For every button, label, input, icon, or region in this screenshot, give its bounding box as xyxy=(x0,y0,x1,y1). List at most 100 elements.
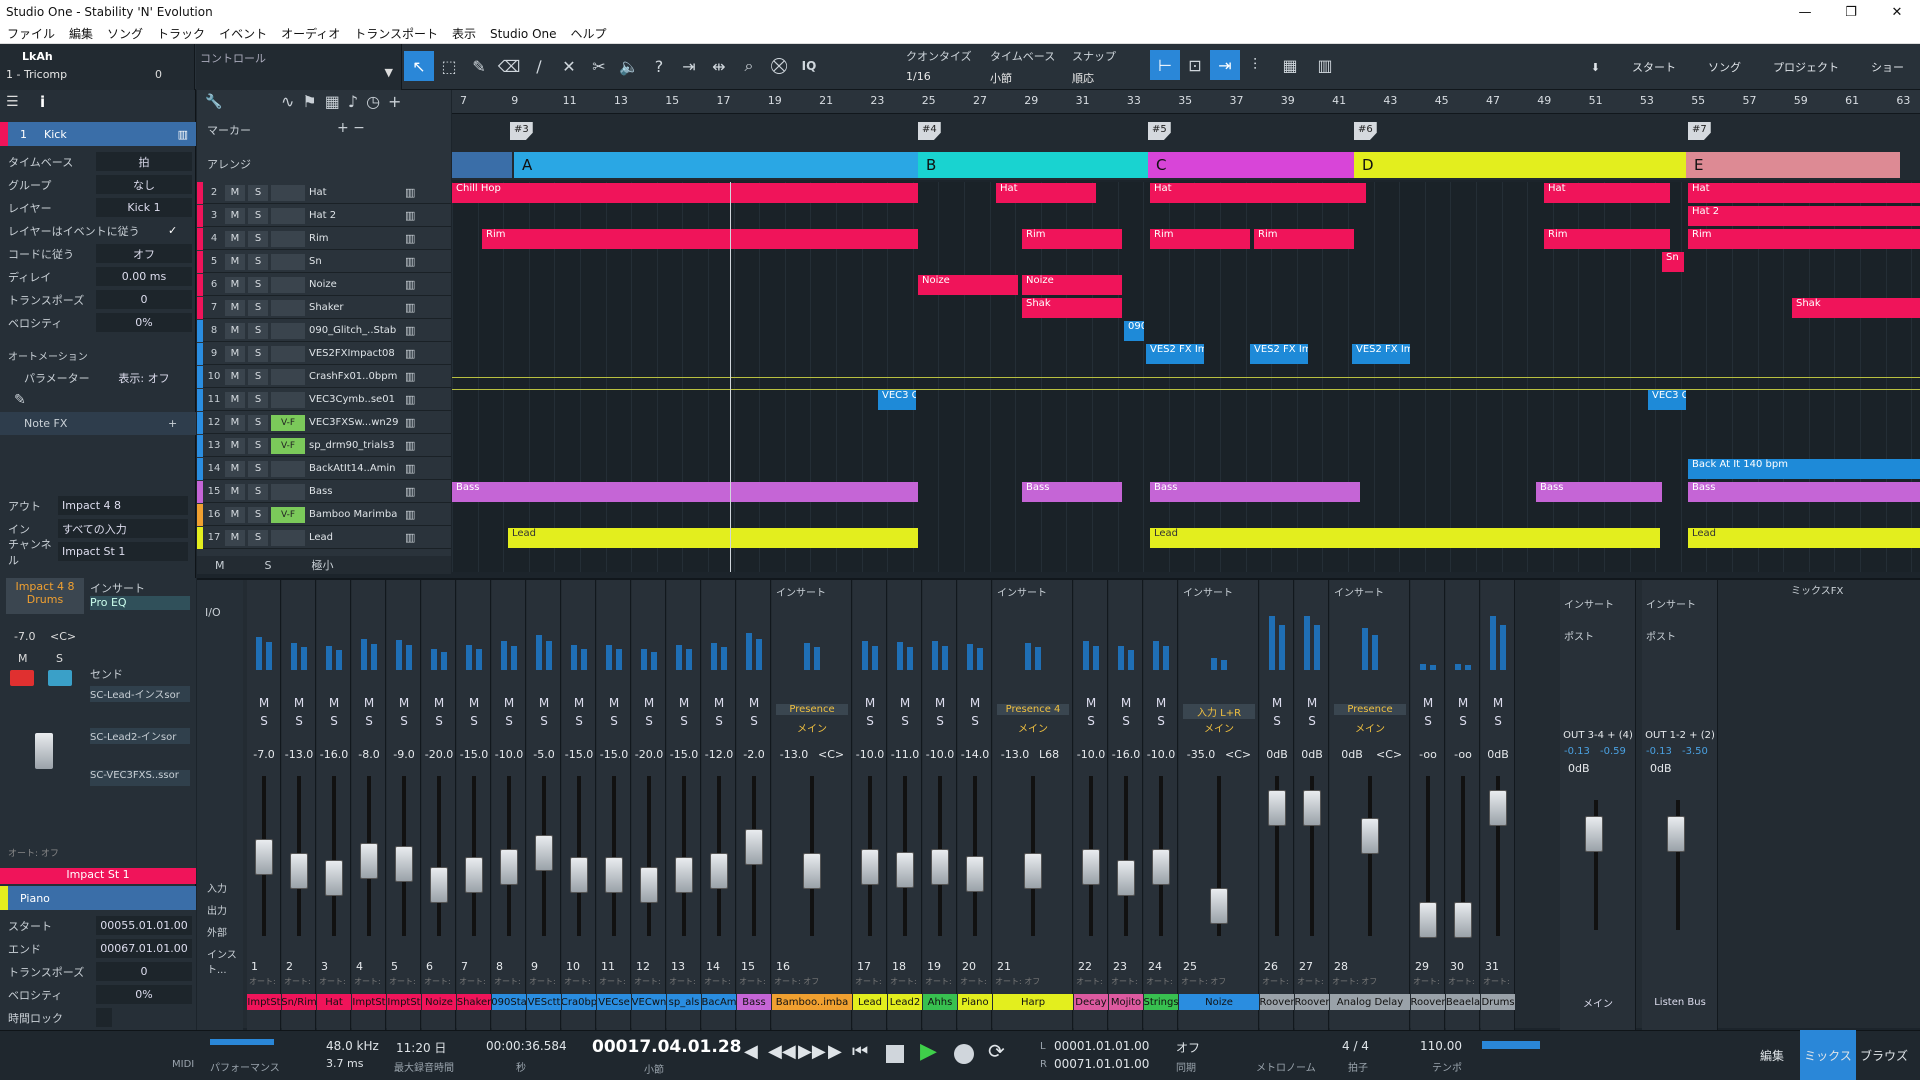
chevron-down-icon[interactable]: ▼ xyxy=(385,66,393,79)
channel-name[interactable]: Piano xyxy=(958,994,992,1010)
channel-mute-button[interactable]: M xyxy=(533,696,555,712)
channel-volume[interactable]: 0dB xyxy=(1483,748,1513,761)
event-clip[interactable]: Shak xyxy=(1792,298,1920,318)
output-fader[interactable] xyxy=(1667,816,1685,852)
menu-file[interactable]: ファイル xyxy=(0,25,62,42)
event-timelock-row[interactable]: 時間ロック xyxy=(0,1006,196,1029)
timebase-select[interactable]: タイムベース 小節 xyxy=(990,48,1055,86)
channel-mute-button[interactable]: M xyxy=(323,696,345,712)
channel-volume[interactable]: -13.0 xyxy=(774,748,814,761)
channel-auto[interactable]: オート: オフ xyxy=(1448,976,1478,987)
snap-cursor-icon[interactable]: ⇥ xyxy=(1210,50,1240,80)
event-velocity-row[interactable]: ベロシティ 0% xyxy=(0,983,196,1006)
channel-volume[interactable]: -12.0 xyxy=(704,748,734,761)
channel-name[interactable]: Roover xyxy=(1411,994,1445,1010)
track-vf-slot[interactable] xyxy=(271,299,305,316)
instrument-icon[interactable]: ▥ xyxy=(405,347,415,360)
menu-event[interactable]: イベント xyxy=(212,25,274,42)
time-signature[interactable]: 4 / 4 xyxy=(1342,1039,1369,1053)
section-lead-in[interactable] xyxy=(452,152,512,178)
channel-name[interactable]: BacAm xyxy=(702,994,736,1010)
track-header[interactable]: 4 M S Rim ▥ xyxy=(197,227,451,250)
channel-name[interactable]: sp_als xyxy=(667,994,701,1010)
presence-plugin[interactable]: Presence xyxy=(1334,704,1406,715)
event-clip[interactable]: VEC3 C xyxy=(878,390,916,410)
arrow-tool-icon[interactable]: ↖ xyxy=(404,51,434,81)
insert-header[interactable]: インサート xyxy=(776,584,826,599)
strip-pan[interactable]: <C> xyxy=(50,630,76,643)
channel-name[interactable]: VECse xyxy=(597,994,631,1010)
send-slot-3[interactable]: SC-VEC3FXS..ssor xyxy=(90,770,190,786)
track-header[interactable]: 7 M S Shaker ▥ xyxy=(197,296,451,319)
channel-fader[interactable] xyxy=(1082,849,1100,885)
channel-mute-button[interactable]: M xyxy=(1417,696,1439,712)
channel-fader[interactable] xyxy=(360,843,378,879)
close-icon[interactable]: ✕ xyxy=(1874,5,1920,20)
channel-volume[interactable]: -15.0 xyxy=(459,748,489,761)
event-clip[interactable]: VES2 FX Im xyxy=(1146,344,1204,364)
channel-auto[interactable]: オート: オフ xyxy=(284,976,314,987)
channel-auto[interactable]: オート: オフ xyxy=(1262,976,1292,987)
channel-auto[interactable]: オート: オフ xyxy=(564,976,594,987)
track-mute-button[interactable]: M xyxy=(225,345,245,362)
track-vf-slot[interactable] xyxy=(271,207,305,224)
channel-name[interactable]: Analog Delay xyxy=(1330,994,1410,1010)
channel-fader[interactable] xyxy=(966,856,984,892)
group-row[interactable]: グループ なし xyxy=(0,173,196,196)
channel-fader[interactable] xyxy=(1268,790,1286,826)
instrument-icon[interactable]: ▥ xyxy=(405,531,415,544)
channel-mute-button[interactable]: M xyxy=(1150,696,1172,712)
split-cursor-icon[interactable]: ⫶ xyxy=(1240,50,1270,80)
channel-mute-button[interactable]: M xyxy=(393,696,415,712)
channel-volume[interactable]: -9.0 xyxy=(389,748,419,761)
channel-name[interactable]: Ahhs xyxy=(923,994,957,1010)
channel-auto[interactable]: オート: オフ xyxy=(1076,976,1106,987)
prev-marker-icon[interactable]: ◀ xyxy=(744,1041,758,1062)
channel-volume[interactable]: -2.0 xyxy=(739,748,769,761)
channel-fader[interactable] xyxy=(1489,790,1507,826)
event-clip[interactable]: VEC3 C xyxy=(1648,390,1686,410)
channel-solo-button[interactable]: S xyxy=(743,714,765,730)
quantize-select[interactable]: クオンタイズ 1/16 xyxy=(906,48,972,83)
menu-help[interactable]: ヘルプ xyxy=(564,25,614,42)
channel-volume[interactable]: -15.0 xyxy=(669,748,699,761)
insert-header[interactable]: インサート xyxy=(1564,596,1614,611)
time-bars[interactable]: 00017.04.01.28 xyxy=(592,1037,742,1057)
maximize-icon[interactable]: ❐ xyxy=(1828,5,1874,20)
track-header[interactable]: 2 M S Hat ▥ xyxy=(197,181,451,204)
snap-select[interactable]: スナップ 順応 xyxy=(1072,48,1116,86)
menu-track[interactable]: トラック xyxy=(150,25,212,42)
event-clip[interactable]: Hat xyxy=(1544,183,1670,203)
channel-fader[interactable] xyxy=(745,829,763,865)
channel-auto[interactable]: オート: オフ xyxy=(1297,976,1327,987)
channel-fader[interactable] xyxy=(896,852,914,888)
time-seconds[interactable]: 00:00:36.584 xyxy=(486,1039,567,1053)
channel-fader[interactable] xyxy=(430,867,448,903)
channel-volume[interactable]: -20.0 xyxy=(634,748,664,761)
channel-volume[interactable]: -13.0 xyxy=(995,748,1035,761)
track-mute-button[interactable]: M xyxy=(225,529,245,546)
channel-solo-button[interactable]: S xyxy=(673,714,695,730)
track-vf-slot[interactable] xyxy=(271,253,305,270)
channel-fader[interactable] xyxy=(1152,849,1170,885)
track-mute-button[interactable]: M xyxy=(225,276,245,293)
timeline-ruler[interactable]: 7 9 11 13 15 17 19 21 23 25 27 29 31 33 35 37 39 41 43 45 47… xyxy=(452,90,1920,114)
send-slot-1[interactable]: SC-Lead-インスsor xyxy=(90,686,190,702)
channel-fader[interactable] xyxy=(1303,790,1321,826)
loop-left[interactable]: 00001.01.01.00 xyxy=(1054,1039,1149,1053)
channel-solo-button[interactable]: S xyxy=(1266,714,1288,730)
forward-icon[interactable]: ▶▶ xyxy=(798,1041,826,1062)
track-vf-slot[interactable] xyxy=(271,460,305,477)
mix-fx-label[interactable]: ミックスFX xyxy=(1791,582,1843,597)
output-label[interactable]: OUT 3-4 + (4) xyxy=(1562,730,1634,741)
layer-row[interactable]: レイヤー Kick 1 xyxy=(0,196,196,219)
channel-name[interactable]: Harp xyxy=(993,994,1073,1010)
output-select[interactable]: メイン xyxy=(1334,720,1406,735)
parameter-row[interactable]: パラメーター 表示: オフ xyxy=(0,366,196,389)
menu-edit[interactable]: 編集 xyxy=(62,25,100,42)
mixer-view-toggle[interactable]: 外部 xyxy=(207,924,227,939)
track-solo-button[interactable]: S xyxy=(248,391,268,408)
loop-right[interactable]: 00071.01.01.00 xyxy=(1054,1057,1149,1071)
checkbox[interactable]: ✓ xyxy=(168,224,177,237)
event-clip[interactable]: Noize xyxy=(918,275,1018,295)
